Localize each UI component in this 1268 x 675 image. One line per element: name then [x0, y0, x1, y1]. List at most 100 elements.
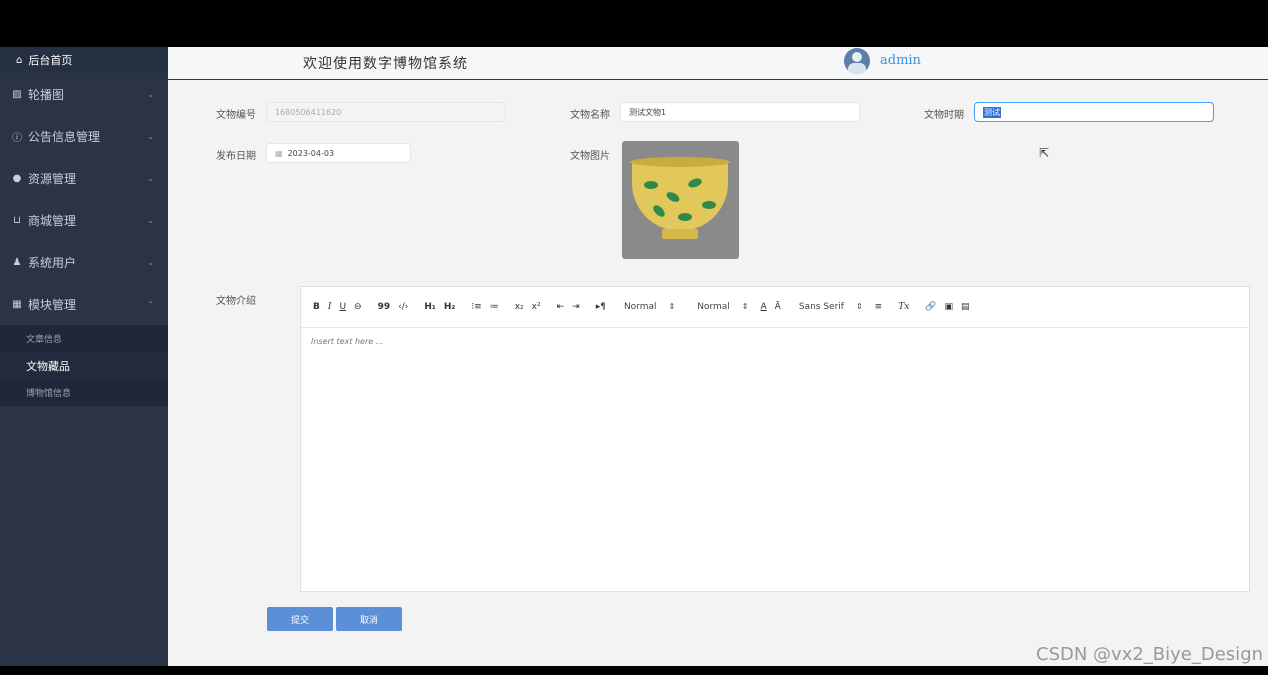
sidebar-item-label: 模块管理: [28, 297, 77, 312]
sidebar-item-users[interactable]: ♟ 系统用户 ⌄: [0, 241, 168, 283]
relic-period-field[interactable]: 测试: [974, 102, 1214, 122]
strike-button[interactable]: ⊖: [354, 302, 362, 312]
mouse-cursor-icon: ⇱: [1039, 146, 1050, 160]
sidebar-item-notice[interactable]: ⓘ 公告信息管理 ⌄: [0, 115, 168, 157]
relic-image[interactable]: [622, 141, 739, 259]
underline-button[interactable]: U: [339, 302, 346, 312]
rich-text-editor: B I U ⊖ 99 ‹/› H₁ H₂ ⁝≡ ≔ x₂ x² ⇤ ⇥ ▸¶ N…: [300, 286, 1250, 592]
user-icon: ♟: [12, 256, 22, 268]
publish-date-field[interactable]: ▦ 2023-04-03: [266, 143, 411, 163]
avatar[interactable]: [844, 48, 870, 74]
sidebar-home[interactable]: ⌂ 后台首页: [0, 47, 168, 73]
header-picker-label: Normal: [697, 302, 730, 312]
chevron-down-icon: ⌄: [147, 215, 154, 225]
relic-image-label: 文物图片: [570, 151, 610, 162]
chevron-up-icon: ⌃: [147, 299, 154, 309]
chevron-down-icon: ⌄: [147, 257, 154, 267]
leaf-decoration: [644, 181, 658, 189]
header1-button[interactable]: H₁: [424, 302, 435, 312]
header2-button[interactable]: H₂: [444, 302, 455, 312]
chevron-down-icon: ⌄: [147, 131, 154, 141]
outdent-button[interactable]: ⇤: [557, 302, 565, 312]
bowl-shape: [632, 161, 728, 231]
cart-icon: ⊔: [13, 214, 21, 226]
bulb-icon: ●: [12, 172, 22, 184]
picker-arrow-icon: ⇕: [741, 302, 749, 311]
bowl-rim: [630, 157, 730, 167]
calendar-icon: ▦: [275, 148, 283, 158]
video-icon: ▤: [961, 302, 970, 312]
subscript-button[interactable]: x₂: [515, 302, 524, 312]
chevron-down-icon: ⌄: [147, 173, 154, 183]
submit-button[interactable]: 提交: [267, 607, 333, 631]
cancel-button[interactable]: 取消: [336, 607, 402, 631]
picker-arrow-icon: ⇕: [855, 302, 863, 311]
editor-placeholder: Insert text here ...: [311, 337, 384, 346]
background-color-button[interactable]: Ā: [775, 302, 781, 312]
text-direction-button[interactable]: ▸¶: [596, 302, 606, 312]
image-button[interactable]: ▣: [945, 302, 954, 312]
app-window: ⌂ 后台首页 ▨ 轮播图 ⌄ ⓘ 公告信息管理 ⌄ ● 资源管理 ⌄ ⊔ 商城管…: [0, 47, 1268, 666]
link-icon: 🔗: [925, 302, 937, 312]
font-picker-label: Sans Serif: [798, 302, 844, 312]
editor-body[interactable]: Insert text here ...: [301, 328, 1249, 355]
italic-button[interactable]: I: [328, 302, 332, 312]
avatar-body: [848, 63, 866, 74]
leaf-decoration: [702, 201, 716, 209]
indent-button[interactable]: ⇥: [572, 302, 580, 312]
bottom-black-bar: [0, 666, 1268, 675]
clean-format-button[interactable]: Tx: [898, 302, 909, 312]
top-header: 欢迎使用数字博物馆系统 admin: [168, 47, 1268, 80]
relic-name-field[interactable]: 测试文物1: [620, 102, 860, 122]
submenu-item-label: 博物馆信息: [26, 389, 72, 399]
submenu-item-museum[interactable]: 博物馆信息: [0, 379, 168, 406]
home-icon: ⌂: [16, 54, 23, 66]
submenu-item-articles[interactable]: 文章信息: [0, 325, 168, 352]
superscript-button[interactable]: x²: [532, 302, 541, 312]
bowl-foot: [662, 229, 698, 239]
size-picker-label: Normal: [623, 302, 657, 312]
top-black-bar: [0, 0, 1268, 47]
sidebar-item-carousel[interactable]: ▨ 轮播图 ⌄: [0, 73, 168, 115]
chevron-down-icon: ⌄: [147, 89, 154, 99]
sidebar: ⌂ 后台首页 ▨ 轮播图 ⌄ ⓘ 公告信息管理 ⌄ ● 资源管理 ⌄ ⊔ 商城管…: [0, 47, 168, 666]
leaf-decoration: [678, 213, 692, 221]
image-icon: ▣: [944, 302, 954, 312]
relic-intro-label: 文物介绍: [216, 296, 256, 307]
editor-toolbar: B I U ⊖ 99 ‹/› H₁ H₂ ⁝≡ ≔ x₂ x² ⇤ ⇥ ▸¶ N…: [301, 287, 1249, 328]
grid-icon: ▦: [12, 298, 22, 310]
modules-submenu: 文章信息 文物藏品 博物馆信息: [0, 325, 168, 406]
avatar-head: [852, 52, 862, 62]
bullet-list-button[interactable]: ≔: [490, 302, 499, 312]
size-picker[interactable]: Normal ⇕: [624, 302, 675, 312]
picker-arrow-icon: ⇕: [668, 302, 676, 311]
relic-period-label: 文物时期: [924, 110, 964, 121]
sidebar-item-shop[interactable]: ⊔ 商城管理 ⌄: [0, 199, 168, 241]
font-picker[interactable]: Sans Serif ⇕: [799, 302, 863, 312]
link-button[interactable]: 🔗: [925, 302, 936, 312]
submenu-item-label: 文物藏品: [26, 359, 70, 373]
sidebar-item-label: 商城管理: [28, 213, 77, 228]
main-content: 文物编号 1680506411620 文物名称 测试文物1 文物时期 测试 ⇱ …: [168, 81, 1268, 666]
sidebar-item-modules[interactable]: ▦ 模块管理 ⌃: [0, 283, 168, 325]
submenu-item-relics[interactable]: 文物藏品: [0, 352, 168, 379]
user-name[interactable]: admin: [880, 53, 921, 68]
sidebar-item-resource[interactable]: ● 资源管理 ⌄: [0, 157, 168, 199]
relic-name-label: 文物名称: [570, 110, 610, 121]
publish-date-label: 发布日期: [216, 151, 256, 162]
video-button[interactable]: ▤: [961, 302, 970, 312]
publish-date-value: 2023-04-03: [287, 148, 335, 158]
align-button[interactable]: ≡: [875, 302, 883, 312]
header-picker[interactable]: Normal ⇕: [697, 302, 748, 312]
ordered-list-button[interactable]: ⁝≡: [471, 302, 481, 312]
font-color-button[interactable]: A: [761, 302, 767, 312]
image-icon: ▨: [12, 88, 22, 100]
relic-id-field[interactable]: 1680506411620: [266, 102, 506, 122]
relic-period-value: 测试: [983, 106, 1001, 118]
bold-button[interactable]: B: [313, 302, 320, 312]
page-title: 欢迎使用数字博物馆系统: [303, 56, 468, 72]
sidebar-item-label: 资源管理: [28, 171, 77, 186]
relic-id-value: 1680506411620: [275, 107, 342, 117]
code-block-button[interactable]: ‹/›: [398, 302, 408, 312]
blockquote-button[interactable]: 99: [378, 302, 391, 312]
